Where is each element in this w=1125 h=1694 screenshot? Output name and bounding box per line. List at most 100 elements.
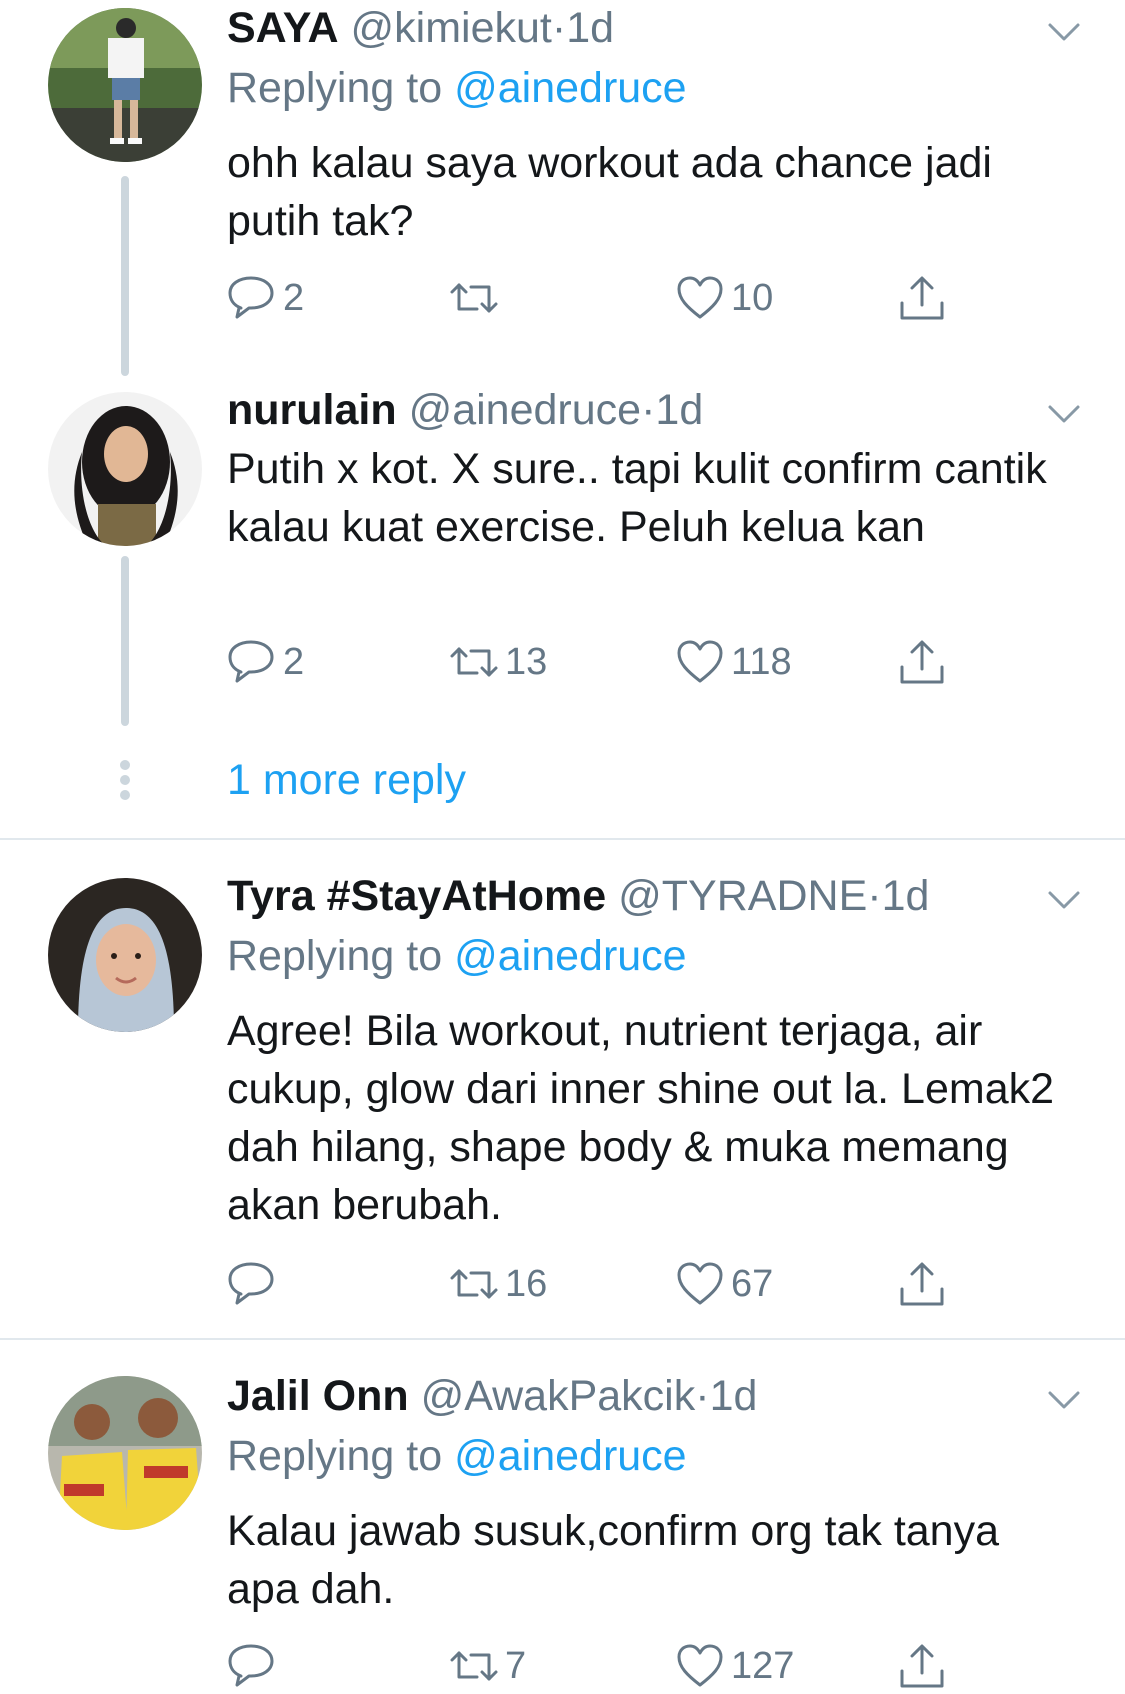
- more-replies-dots: [119, 760, 131, 805]
- retweet-icon: [450, 1651, 498, 1681]
- reply-count: 2: [283, 640, 305, 683]
- tweet-text: Kalau jawab susuk,confirm org tak tanya …: [227, 1507, 1000, 1613]
- tweet-header: nurulain @ainedruce·1d: [227, 382, 703, 438]
- retweet-button[interactable]: 7: [449, 1638, 526, 1694]
- thread-line: [121, 556, 129, 726]
- share-icon: [900, 1644, 944, 1688]
- replying-to-link[interactable]: @ainedruce: [454, 1432, 687, 1480]
- avatar[interactable]: [48, 8, 202, 162]
- chevron-down-icon: [1048, 1391, 1080, 1409]
- user-handle[interactable]: @AwakPakcik: [421, 1372, 696, 1420]
- more-replies-link[interactable]: 1 more reply: [227, 752, 466, 808]
- heart-icon: [677, 1644, 723, 1687]
- separator-dot: ·: [641, 386, 656, 434]
- retweet-button[interactable]: [449, 270, 505, 326]
- timestamp[interactable]: 1d: [566, 4, 614, 52]
- user-handle[interactable]: @kimiekut: [351, 4, 552, 52]
- tweet-options-button[interactable]: [1044, 1385, 1084, 1415]
- tweet-actions: 2 10: [227, 270, 967, 326]
- avatar-image: [48, 1376, 202, 1530]
- tweet-actions: 2 13 118: [227, 634, 967, 690]
- retweet-icon: [450, 283, 498, 313]
- reply-icon: [228, 640, 274, 683]
- user-handle[interactable]: @TYRADNE: [618, 872, 867, 920]
- like-button[interactable]: 118: [675, 634, 792, 690]
- share-button[interactable]: [897, 1638, 947, 1694]
- avatar-image: [48, 392, 202, 546]
- tweet-text: Agree! Bila workout, nutrient terjaga, a…: [227, 1007, 1055, 1229]
- reply-button[interactable]: [227, 1256, 283, 1312]
- replying-to-link[interactable]: @ainedruce: [454, 64, 687, 112]
- share-icon: [900, 276, 944, 320]
- share-button[interactable]: [897, 270, 947, 326]
- avatar[interactable]: [48, 878, 202, 1032]
- retweet-count: 13: [505, 640, 548, 683]
- tweet-text: Putih x kot. X sure.. tapi kulit confirm…: [227, 445, 1047, 551]
- avatar[interactable]: [48, 1376, 202, 1530]
- chevron-down-icon: [1048, 23, 1080, 41]
- like-button[interactable]: 127: [675, 1638, 794, 1694]
- display-name[interactable]: Jalil Onn: [227, 1372, 409, 1420]
- tweet-actions: 7 127: [227, 1638, 967, 1694]
- like-count: 127: [731, 1644, 795, 1687]
- tweet-options-button[interactable]: [1044, 885, 1084, 915]
- tweet-header: Jalil Onn @AwakPakcik·1d: [227, 1368, 757, 1424]
- tweet-header: SAYA @kimiekut·1d: [227, 0, 614, 56]
- reply-button[interactable]: 2: [227, 634, 304, 690]
- like-count: 67: [731, 1262, 774, 1305]
- chevron-down-icon: [1048, 891, 1080, 909]
- divider: [0, 1338, 1125, 1340]
- reply-button[interactable]: [227, 1638, 283, 1694]
- retweet-icon: [450, 647, 498, 677]
- reply-icon: [228, 276, 274, 319]
- retweet-icon: [450, 1269, 498, 1299]
- chevron-down-icon: [1048, 405, 1080, 423]
- share-icon: [900, 1262, 944, 1306]
- share-button[interactable]: [897, 1256, 947, 1312]
- avatar-image: [48, 8, 202, 162]
- replying-to-link[interactable]: @ainedruce: [454, 932, 687, 980]
- share-icon: [900, 640, 944, 684]
- avatar-image: [48, 878, 202, 1032]
- replying-to: Replying to @ainedruce: [227, 928, 687, 984]
- tweet[interactable]: SAYA @kimiekut·1d Replying to @ainedruce…: [0, 0, 1125, 360]
- separator-dot: ·: [867, 872, 882, 920]
- retweet-button[interactable]: 16: [449, 1256, 547, 1312]
- thread-line: [121, 176, 129, 376]
- retweet-button[interactable]: 13: [449, 634, 547, 690]
- retweet-count: 7: [505, 1644, 527, 1687]
- timestamp[interactable]: 1d: [710, 1372, 758, 1420]
- avatar[interactable]: [48, 392, 202, 546]
- replying-prefix: Replying to: [227, 1432, 455, 1480]
- tweet-options-button[interactable]: [1044, 399, 1084, 429]
- replying-to: Replying to @ainedruce: [227, 1428, 687, 1484]
- display-name[interactable]: nurulain: [227, 386, 397, 434]
- tweet[interactable]: Jalil Onn @AwakPakcik·1d Replying to @ai…: [0, 1368, 1125, 1694]
- tweet-header: Tyra #StayAtHome @TYRADNE·1d: [227, 868, 929, 924]
- replying-prefix: Replying to: [227, 64, 455, 112]
- tweet-options-button[interactable]: [1044, 17, 1084, 47]
- replying-to: Replying to @ainedruce: [227, 60, 687, 116]
- retweet-count: 16: [505, 1262, 548, 1305]
- display-name[interactable]: Tyra #StayAtHome: [227, 872, 606, 920]
- like-count: 118: [731, 640, 792, 683]
- tweet[interactable]: Tyra #StayAtHome @TYRADNE·1d Replying to…: [0, 868, 1125, 1328]
- user-handle[interactable]: @ainedruce: [409, 386, 642, 434]
- share-button[interactable]: [897, 634, 947, 690]
- like-count: 10: [731, 276, 774, 319]
- separator-dot: ·: [695, 1372, 710, 1420]
- replying-prefix: Replying to: [227, 932, 455, 980]
- reply-icon: [228, 1262, 274, 1305]
- heart-icon: [677, 1262, 723, 1305]
- tweet-actions: 16 67: [227, 1256, 967, 1312]
- tweet[interactable]: nurulain @ainedruce·1d Putih x kot. X su…: [0, 382, 1125, 722]
- timestamp[interactable]: 1d: [882, 872, 930, 920]
- timestamp[interactable]: 1d: [655, 386, 703, 434]
- tweet-text: ohh kalau saya workout ada chance jadi p…: [227, 139, 992, 245]
- like-button[interactable]: 67: [675, 1256, 773, 1312]
- heart-icon: [677, 640, 723, 683]
- reply-count: 2: [283, 276, 305, 319]
- display-name[interactable]: SAYA: [227, 4, 339, 52]
- reply-button[interactable]: 2: [227, 270, 304, 326]
- like-button[interactable]: 10: [675, 270, 773, 326]
